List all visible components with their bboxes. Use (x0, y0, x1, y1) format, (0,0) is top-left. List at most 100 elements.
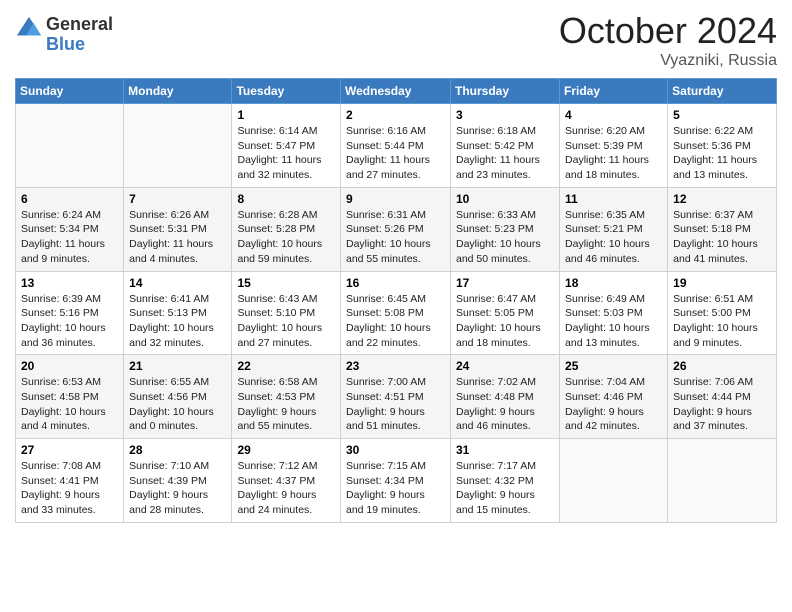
day-number: 21 (129, 359, 226, 373)
day-info: Sunrise: 6:35 AM Sunset: 5:21 PM Dayligh… (565, 208, 662, 267)
day-info: Sunrise: 6:47 AM Sunset: 5:05 PM Dayligh… (456, 292, 554, 351)
title-block: October 2024 Vyazniki, Russia (559, 10, 777, 70)
calendar-day-12: 12 Sunrise: 6:37 AM Sunset: 5:18 PM Dayli… (668, 187, 777, 271)
day-number: 19 (673, 276, 771, 290)
day-info: Sunrise: 6:18 AM Sunset: 5:42 PM Dayligh… (456, 124, 554, 183)
day-number: 29 (237, 443, 335, 457)
calendar-header-friday: Friday (560, 79, 668, 104)
day-info: Sunrise: 6:20 AM Sunset: 5:39 PM Dayligh… (565, 124, 662, 183)
day-number: 9 (346, 192, 445, 206)
day-info: Sunrise: 6:53 AM Sunset: 4:58 PM Dayligh… (21, 375, 118, 434)
calendar-header-sunday: Sunday (16, 79, 124, 104)
day-number: 31 (456, 443, 554, 457)
day-info: Sunrise: 7:02 AM Sunset: 4:48 PM Dayligh… (456, 375, 554, 434)
calendar-day-2: 2Sunrise: 6:16 AM Sunset: 5:44 PM Daylig… (341, 104, 451, 188)
calendar-day-6: 6Sunrise: 6:24 AM Sunset: 5:34 PM Daylig… (16, 187, 124, 271)
calendar-day-29: 29Sunrise: 7:12 AM Sunset: 4:37 PM Dayli… (232, 439, 341, 523)
day-number: 12 (673, 192, 771, 206)
logo-general: General (46, 15, 113, 35)
day-number: 30 (346, 443, 445, 457)
logo-icon (15, 15, 43, 43)
calendar-header-tuesday: Tuesday (232, 79, 341, 104)
calendar-header-saturday: Saturday (668, 79, 777, 104)
day-number: 20 (21, 359, 118, 373)
day-info: Sunrise: 6:22 AM Sunset: 5:36 PM Dayligh… (673, 124, 771, 183)
day-info: Sunrise: 7:15 AM Sunset: 4:34 PM Dayligh… (346, 459, 445, 518)
day-info: Sunrise: 7:00 AM Sunset: 4:51 PM Dayligh… (346, 375, 445, 434)
calendar-day-7: 7Sunrise: 6:26 AM Sunset: 5:31 PM Daylig… (124, 187, 232, 271)
day-number: 24 (456, 359, 554, 373)
day-info: Sunrise: 6:51 AM Sunset: 5:00 PM Dayligh… (673, 292, 771, 351)
calendar-day-20: 20 Sunrise: 6:53 AM Sunset: 4:58 PM Dayli… (16, 355, 124, 439)
calendar-empty-cell (124, 104, 232, 188)
calendar-day-8: 8 Sunrise: 6:28 AM Sunset: 5:28 PM Daylig… (232, 187, 341, 271)
day-info: Sunrise: 6:31 AM Sunset: 5:26 PM Dayligh… (346, 208, 445, 267)
day-info: Sunrise: 6:39 AM Sunset: 5:16 PM Dayligh… (21, 292, 118, 351)
calendar-empty-cell (560, 439, 668, 523)
day-number: 25 (565, 359, 662, 373)
day-info: Sunrise: 6:37 AM Sunset: 5:18 PM Dayligh… (673, 208, 771, 267)
day-info: Sunrise: 7:10 AM Sunset: 4:39 PM Dayligh… (129, 459, 226, 518)
calendar-day-17: 17 Sunrise: 6:47 AM Sunset: 5:05 PM Dayli… (451, 271, 560, 355)
calendar-day-27: 27 Sunrise: 7:08 AM Sunset: 4:41 PM Dayli… (16, 439, 124, 523)
calendar-week-row: 20 Sunrise: 6:53 AM Sunset: 4:58 PM Dayli… (16, 355, 777, 439)
calendar-day-23: 23 Sunrise: 7:00 AM Sunset: 4:51 PM Dayli… (341, 355, 451, 439)
day-number: 11 (565, 192, 662, 206)
calendar-day-19: 19 Sunrise: 6:51 AM Sunset: 5:00 PM Dayli… (668, 271, 777, 355)
day-number: 27 (21, 443, 118, 457)
calendar-day-10: 10 Sunrise: 6:33 AM Sunset: 5:23 PM Dayli… (451, 187, 560, 271)
calendar-week-row: 13 Sunrise: 6:39 AM Sunset: 5:16 PM Dayli… (16, 271, 777, 355)
day-info: Sunrise: 6:14 AM Sunset: 5:47 PM Dayligh… (237, 124, 335, 183)
day-info: Sunrise: 6:16 AM Sunset: 5:44 PM Dayligh… (346, 124, 445, 183)
calendar-day-9: 9 Sunrise: 6:31 AM Sunset: 5:26 PM Daylig… (341, 187, 451, 271)
day-info: Sunrise: 7:04 AM Sunset: 4:46 PM Dayligh… (565, 375, 662, 434)
day-info: Sunrise: 7:08 AM Sunset: 4:41 PM Dayligh… (21, 459, 118, 518)
day-number: 10 (456, 192, 554, 206)
calendar-day-11: 11 Sunrise: 6:35 AM Sunset: 5:21 PM Dayli… (560, 187, 668, 271)
day-number: 15 (237, 276, 335, 290)
day-info: Sunrise: 6:43 AM Sunset: 5:10 PM Dayligh… (237, 292, 335, 351)
calendar-day-5: 5 Sunrise: 6:22 AM Sunset: 5:36 PM Daylig… (668, 104, 777, 188)
day-info: Sunrise: 6:33 AM Sunset: 5:23 PM Dayligh… (456, 208, 554, 267)
day-info: Sunrise: 6:45 AM Sunset: 5:08 PM Dayligh… (346, 292, 445, 351)
calendar-empty-cell (668, 439, 777, 523)
logo: General Blue (15, 15, 113, 55)
calendar-week-row: 6Sunrise: 6:24 AM Sunset: 5:34 PM Daylig… (16, 187, 777, 271)
location-title: Vyazniki, Russia (559, 52, 777, 70)
calendar-day-13: 13 Sunrise: 6:39 AM Sunset: 5:16 PM Dayli… (16, 271, 124, 355)
calendar-header-thursday: Thursday (451, 79, 560, 104)
calendar-day-21: 21 Sunrise: 6:55 AM Sunset: 4:56 PM Dayli… (124, 355, 232, 439)
day-number: 13 (21, 276, 118, 290)
day-info: Sunrise: 6:55 AM Sunset: 4:56 PM Dayligh… (129, 375, 226, 434)
calendar-header-row: SundayMondayTuesdayWednesdayThursdayFrid… (16, 79, 777, 104)
day-number: 8 (237, 192, 335, 206)
calendar-day-31: 31Sunrise: 7:17 AM Sunset: 4:32 PM Dayli… (451, 439, 560, 523)
calendar-table: SundayMondayTuesdayWednesdayThursdayFrid… (15, 78, 777, 523)
day-number: 7 (129, 192, 226, 206)
day-info: Sunrise: 6:49 AM Sunset: 5:03 PM Dayligh… (565, 292, 662, 351)
page-header: General Blue October 2024 Vyazniki, Russ… (15, 10, 777, 70)
day-number: 23 (346, 359, 445, 373)
calendar-day-4: 4Sunrise: 6:20 AM Sunset: 5:39 PM Daylig… (560, 104, 668, 188)
month-title: October 2024 (559, 10, 777, 52)
calendar-header-wednesday: Wednesday (341, 79, 451, 104)
day-info: Sunrise: 7:06 AM Sunset: 4:44 PM Dayligh… (673, 375, 771, 434)
logo-text: General Blue (46, 15, 113, 55)
calendar-day-14: 14Sunrise: 6:41 AM Sunset: 5:13 PM Dayli… (124, 271, 232, 355)
calendar-day-28: 28Sunrise: 7:10 AM Sunset: 4:39 PM Dayli… (124, 439, 232, 523)
calendar-day-18: 18Sunrise: 6:49 AM Sunset: 5:03 PM Dayli… (560, 271, 668, 355)
day-number: 3 (456, 108, 554, 122)
day-number: 5 (673, 108, 771, 122)
calendar-week-row: 27 Sunrise: 7:08 AM Sunset: 4:41 PM Dayli… (16, 439, 777, 523)
day-number: 26 (673, 359, 771, 373)
day-info: Sunrise: 6:28 AM Sunset: 5:28 PM Dayligh… (237, 208, 335, 267)
day-info: Sunrise: 6:41 AM Sunset: 5:13 PM Dayligh… (129, 292, 226, 351)
day-number: 1 (237, 108, 335, 122)
day-number: 6 (21, 192, 118, 206)
page-container: General Blue October 2024 Vyazniki, Russ… (0, 0, 792, 538)
day-number: 22 (237, 359, 335, 373)
calendar-header-monday: Monday (124, 79, 232, 104)
calendar-day-25: 25 Sunrise: 7:04 AM Sunset: 4:46 PM Dayli… (560, 355, 668, 439)
calendar-empty-cell (16, 104, 124, 188)
day-number: 17 (456, 276, 554, 290)
